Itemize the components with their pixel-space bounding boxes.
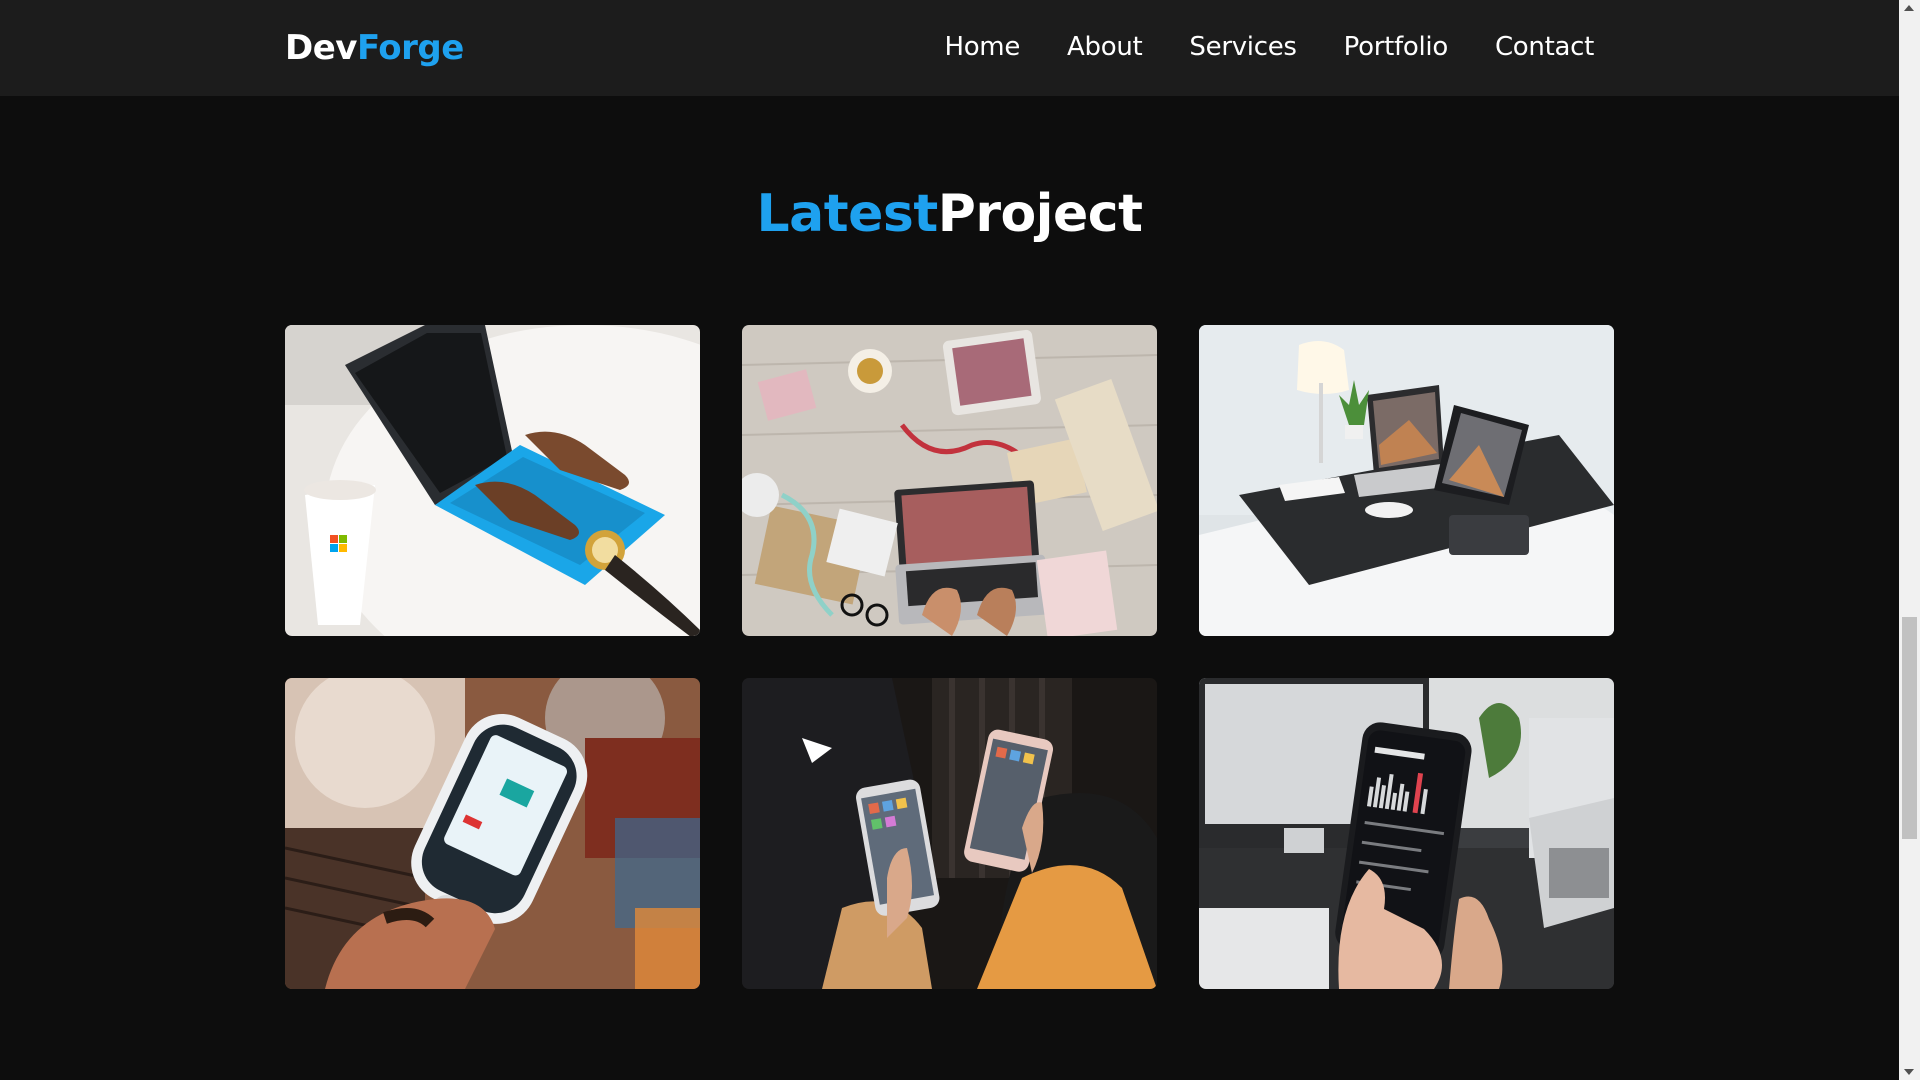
project-grid — [285, 325, 1614, 989]
project-image-laptop-typing — [285, 325, 700, 636]
nav-about-link[interactable]: About — [1067, 30, 1143, 64]
project-image-two-phones — [742, 678, 1157, 989]
main-nav: Home About Services Portfolio Contact — [944, 30, 1594, 64]
project-image-handheld-scanner — [285, 678, 700, 989]
nav-contact-link[interactable]: Contact — [1495, 30, 1594, 64]
section-title: LatestProject — [0, 182, 1899, 246]
nav-home-link[interactable]: Home — [944, 30, 1020, 64]
logo-text-forge: Forge — [356, 28, 464, 68]
project-card-handheld-scanner[interactable] — [285, 678, 700, 989]
scrollbar-thumb[interactable] — [1902, 617, 1917, 839]
navbar: DevForge Home About Services Portfolio C… — [0, 0, 1899, 96]
vertical-scrollbar[interactable] — [1899, 0, 1920, 1080]
project-card-earthquake-app[interactable] — [1199, 678, 1614, 989]
section-title-latest: Latest — [756, 184, 939, 244]
scroll-up-arrow-icon[interactable] — [1904, 5, 1914, 11]
section-title-project: Project — [937, 184, 1143, 244]
nav-portfolio-link[interactable]: Portfolio — [1344, 30, 1449, 64]
scroll-down-arrow-icon[interactable] — [1904, 1069, 1914, 1075]
logo[interactable]: DevForge — [285, 26, 464, 70]
project-card-flatlay-desk[interactable] — [742, 325, 1157, 636]
nav-services-link[interactable]: Services — [1189, 30, 1297, 64]
project-image-desk-setup — [1199, 325, 1614, 636]
project-image-earthquake-app — [1199, 678, 1614, 989]
project-card-desk-setup[interactable] — [1199, 325, 1614, 636]
logo-text-dev: Dev — [285, 28, 357, 68]
project-card-two-phones[interactable] — [742, 678, 1157, 989]
project-image-flatlay-desk — [742, 325, 1157, 636]
page: DevForge Home About Services Portfolio C… — [0, 0, 1899, 1080]
project-card-laptop-typing[interactable] — [285, 325, 700, 636]
